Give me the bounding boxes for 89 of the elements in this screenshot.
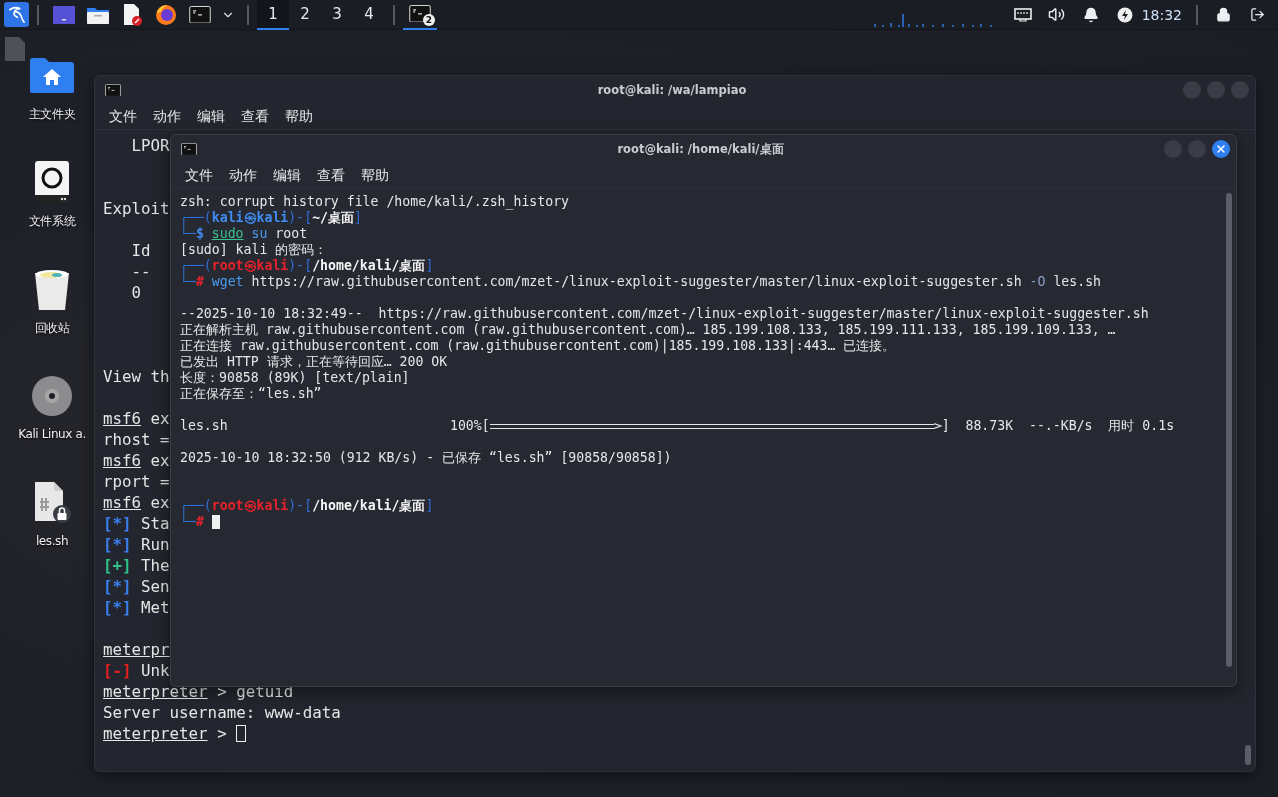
menu-item[interactable]: 查看 [233,107,277,126]
bell-icon [1082,6,1099,23]
workspace-tab[interactable]: 1 [257,0,289,30]
close-icon [1215,143,1227,155]
document-icon [122,3,142,26]
terminal-line: [*] Sta [103,513,170,534]
menu-item[interactable]: 查看 [309,166,353,185]
ethernet-icon [1013,7,1032,22]
window-title: root@kali: /wa/lampiao [596,83,748,97]
terminal-line: [*] Sen [103,576,170,597]
script-file-icon [32,481,72,525]
desktop-icon-label[interactable]: 回收站 [34,320,70,337]
terminal-line: └─$ sudo su root [180,226,308,242]
disc-icon [31,375,73,417]
workspace-tab[interactable]: 4 [353,0,385,30]
app-menu-button[interactable] [4,2,29,27]
folder-icon [87,5,109,24]
window-title: root@kali: /home/kali/桌面 [616,141,785,157]
terminal-line: [sudo] kali 的密码： [180,242,328,258]
terminal-line: 2025-10-10 18:32:50 (912 KB/s) - 已保存 “les.sh” [90858/90858]) [180,450,672,466]
desktop-icon-label[interactable]: 文件系统 [28,213,76,230]
scrollbar-thumb[interactable] [1226,193,1232,668]
menu-item[interactable]: 帮助 [353,166,397,185]
terminal-icon [105,83,121,97]
terminal-line: ┌──(root㉿kali)-[/home/kali/桌面] [180,258,434,274]
terminal-line: -- [130,261,151,282]
lightning-icon [1116,6,1133,23]
terminal-line: [+] The [103,555,170,576]
terminal-line: Id [130,240,151,261]
terminal-line: 正在连接 raw.githubusercontent.com (raw.githubusercontent.com)|185.199.108.133|:443… 已连接。 [180,338,896,354]
terminal-icon [181,142,197,156]
terminal-line: View th [103,366,170,387]
terminal-line: msf6 ex [103,408,170,429]
terminal-line: [-] Unk [103,660,170,681]
fox-globe-icon [155,3,177,26]
desktop-icon-label[interactable]: 主文件夹 [28,106,76,123]
desktop-icon-label[interactable]: les.sh [35,534,69,548]
terminal-line: Server username: www-data [103,702,341,723]
file-icon [4,36,26,62]
terminal-line: --2025-10-10 18:32:49-- https://raw.githubusercontent.com/mzet-/linux-exploit-suggester/master/linux-exploit-suggester.sh [180,306,1149,322]
terminal-line: 正在保存至：“les.sh” [180,386,322,402]
terminal-line: [*] Run [103,534,170,555]
workspace-tab[interactable]: 2 [289,0,321,30]
menu-item[interactable]: 动作 [221,166,265,185]
terminal-task[interactable]: 2 [403,0,437,30]
menu-item[interactable]: 动作 [145,107,189,126]
terminal-line: msf6 ex [103,450,170,471]
terminal-line: meterpreter > [103,723,228,744]
menu-item[interactable]: 帮助 [277,107,321,126]
speaker-icon [1048,6,1066,23]
terminal-icon [189,5,211,24]
terminal-line: meterpr [103,639,170,660]
desktop-icon-label[interactable]: Kali Linux a. [18,427,86,441]
scrollbar-thumb[interactable] [1245,745,1251,765]
terminal-line: msf6 ex [103,492,170,513]
menu-item[interactable]: 编辑 [265,166,309,185]
menu-item[interactable]: 文件 [101,107,145,126]
text-cursor [211,514,220,530]
terminal-line: 0 [130,282,142,303]
terminal-line: 长度：90858 (89K) [text/plain] [180,370,410,386]
terminal-line: meterpreter > getuid [103,681,294,702]
terminal-line: rport = [103,471,170,492]
logout-icon [1249,7,1265,22]
terminal-line: └─# [180,514,204,530]
terminal-icon [409,4,431,23]
terminal-line: └─# wget https://raw.githubusercontent.com/mzet-/linux-exploit-suggester/master/linux-exploit-suggester.sh -O les.sh [180,274,1102,290]
terminal-line: Exploit [103,198,170,219]
terminal-line: LPOR [130,135,170,156]
trash-icon [33,267,71,311]
terminal-line: ] 88.73K --.-KB/s 用时 0.1s [941,418,1175,434]
drive-icon [34,160,70,204]
menu-item[interactable]: 文件 [177,166,221,185]
terminal-line: ┌──(root㉿kali)-[/home/kali/桌面] [180,498,434,514]
workspace-tab[interactable]: 3 [321,0,353,30]
menu-item[interactable]: 编辑 [189,107,233,126]
dragon-icon [7,5,26,24]
terminal-line: [*] Met [103,597,170,618]
terminal-line: 已发出 HTTP 请求，正在等待回应… 200 OK [180,354,448,370]
window-icon [53,5,75,24]
terminal-line: les.sh 100%[ [180,418,490,434]
terminal-line: rhost = [103,429,170,450]
lock-icon [1215,7,1231,22]
home-folder-icon [29,56,75,94]
text-cursor [236,724,246,743]
clock: 18:32 [1141,6,1182,23]
terminal-line: ┌──(kali㉿kali)-[~/桌面] [180,210,362,226]
terminal-line: 正在解析主机 raw.githubusercontent.com (raw.githubusercontent.com)… 185.199.108.133, 185.199.111.133, 185.199.109.133, … [180,322,1116,338]
terminal-line: zsh: corrupt history file /home/kali/.zsh_history [180,194,570,210]
close-button[interactable] [1212,140,1230,158]
